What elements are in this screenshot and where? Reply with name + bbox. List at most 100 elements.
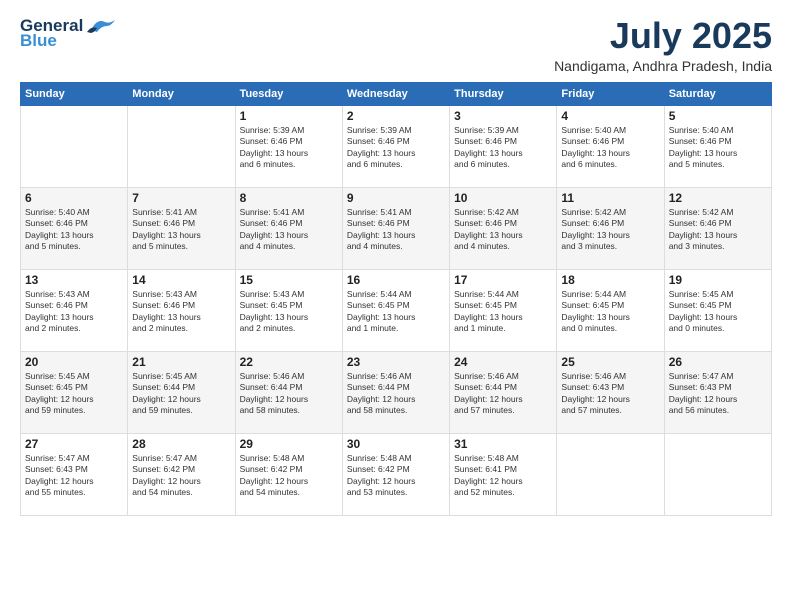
day-detail: Sunrise: 5:41 AM Sunset: 6:46 PM Dayligh… bbox=[240, 207, 338, 253]
calendar-cell: 23 Sunrise: 5:46 AM Sunset: 6:44 PM Dayli… bbox=[342, 351, 449, 433]
header: General Blue July 2025 Nandigama, Andhra… bbox=[20, 16, 772, 74]
calendar-cell: 9 Sunrise: 5:41 AM Sunset: 6:46 PM Daylig… bbox=[342, 187, 449, 269]
calendar-body: 1 Sunrise: 5:39 AM Sunset: 6:46 PM Daylig… bbox=[21, 105, 772, 515]
calendar-cell: 12Sunrise: 5:42 AM Sunset: 6:46 PM Dayli… bbox=[664, 187, 771, 269]
calendar-cell: 15 Sunrise: 5:43 AM Sunset: 6:45 PM Dayli… bbox=[235, 269, 342, 351]
day-detail: Sunrise: 5:40 AM Sunset: 6:46 PM Dayligh… bbox=[25, 207, 123, 253]
month-title: July 2025 bbox=[554, 16, 772, 56]
logo-blue: Blue bbox=[20, 32, 57, 49]
calendar-cell: 10 Sunrise: 5:42 AM Sunset: 6:46 PM Dayli… bbox=[450, 187, 557, 269]
day-number: 2 bbox=[347, 109, 445, 123]
day-detail: Sunrise: 5:48 AM Sunset: 6:41 PM Dayligh… bbox=[454, 453, 552, 499]
day-detail: Sunrise: 5:47 AM Sunset: 6:42 PM Dayligh… bbox=[132, 453, 230, 499]
calendar-cell: 8 Sunrise: 5:41 AM Sunset: 6:46 PM Daylig… bbox=[235, 187, 342, 269]
day-number: 8 bbox=[240, 191, 338, 205]
calendar-cell: 26 Sunrise: 5:47 AM Sunset: 6:43 PM Dayli… bbox=[664, 351, 771, 433]
day-detail: Sunrise: 5:46 AM Sunset: 6:43 PM Dayligh… bbox=[561, 371, 659, 417]
day-number: 21 bbox=[132, 355, 230, 369]
day-number: 15 bbox=[240, 273, 338, 287]
calendar-cell: 11Sunrise: 5:42 AM Sunset: 6:46 PM Dayli… bbox=[557, 187, 664, 269]
day-number: 28 bbox=[132, 437, 230, 451]
calendar-cell: 24 Sunrise: 5:46 AM Sunset: 6:44 PM Dayli… bbox=[450, 351, 557, 433]
logo-bird-icon bbox=[87, 16, 115, 34]
day-detail: Sunrise: 5:46 AM Sunset: 6:44 PM Dayligh… bbox=[454, 371, 552, 417]
calendar-cell: 28 Sunrise: 5:47 AM Sunset: 6:42 PM Dayli… bbox=[128, 433, 235, 515]
day-detail: Sunrise: 5:46 AM Sunset: 6:44 PM Dayligh… bbox=[347, 371, 445, 417]
day-number: 27 bbox=[25, 437, 123, 451]
day-detail: Sunrise: 5:47 AM Sunset: 6:43 PM Dayligh… bbox=[669, 371, 767, 417]
day-number: 29 bbox=[240, 437, 338, 451]
day-number: 25 bbox=[561, 355, 659, 369]
day-detail: Sunrise: 5:43 AM Sunset: 6:46 PM Dayligh… bbox=[25, 289, 123, 335]
day-detail: Sunrise: 5:45 AM Sunset: 6:45 PM Dayligh… bbox=[669, 289, 767, 335]
weekday-header-tuesday: Tuesday bbox=[235, 82, 342, 105]
day-number: 13 bbox=[25, 273, 123, 287]
day-detail: Sunrise: 5:48 AM Sunset: 6:42 PM Dayligh… bbox=[347, 453, 445, 499]
day-detail: Sunrise: 5:46 AM Sunset: 6:44 PM Dayligh… bbox=[240, 371, 338, 417]
weekday-header-wednesday: Wednesday bbox=[342, 82, 449, 105]
weekday-header-thursday: Thursday bbox=[450, 82, 557, 105]
day-number: 3 bbox=[454, 109, 552, 123]
day-number: 16 bbox=[347, 273, 445, 287]
day-number: 17 bbox=[454, 273, 552, 287]
day-number: 1 bbox=[240, 109, 338, 123]
day-detail: Sunrise: 5:40 AM Sunset: 6:46 PM Dayligh… bbox=[669, 125, 767, 171]
calendar-cell: 14 Sunrise: 5:43 AM Sunset: 6:46 PM Dayli… bbox=[128, 269, 235, 351]
day-detail: Sunrise: 5:42 AM Sunset: 6:46 PM Dayligh… bbox=[669, 207, 767, 253]
day-number: 24 bbox=[454, 355, 552, 369]
day-number: 31 bbox=[454, 437, 552, 451]
day-detail: Sunrise: 5:40 AM Sunset: 6:46 PM Dayligh… bbox=[561, 125, 659, 171]
calendar-week-5: 27Sunrise: 5:47 AM Sunset: 6:43 PM Dayli… bbox=[21, 433, 772, 515]
calendar-cell: 17Sunrise: 5:44 AM Sunset: 6:45 PM Dayli… bbox=[450, 269, 557, 351]
day-number: 26 bbox=[669, 355, 767, 369]
day-detail: Sunrise: 5:39 AM Sunset: 6:46 PM Dayligh… bbox=[347, 125, 445, 171]
calendar-cell: 30 Sunrise: 5:48 AM Sunset: 6:42 PM Dayli… bbox=[342, 433, 449, 515]
calendar-cell bbox=[21, 105, 128, 187]
calendar-cell: 20 Sunrise: 5:45 AM Sunset: 6:45 PM Dayli… bbox=[21, 351, 128, 433]
day-number: 5 bbox=[669, 109, 767, 123]
day-number: 14 bbox=[132, 273, 230, 287]
day-number: 23 bbox=[347, 355, 445, 369]
day-number: 9 bbox=[347, 191, 445, 205]
day-detail: Sunrise: 5:45 AM Sunset: 6:44 PM Dayligh… bbox=[132, 371, 230, 417]
calendar-cell: 25 Sunrise: 5:46 AM Sunset: 6:43 PM Dayli… bbox=[557, 351, 664, 433]
weekday-header-sunday: Sunday bbox=[21, 82, 128, 105]
day-number: 4 bbox=[561, 109, 659, 123]
day-detail: Sunrise: 5:44 AM Sunset: 6:45 PM Dayligh… bbox=[561, 289, 659, 335]
calendar-cell: 6Sunrise: 5:40 AM Sunset: 6:46 PM Daylig… bbox=[21, 187, 128, 269]
calendar-cell: 3Sunrise: 5:39 AM Sunset: 6:46 PM Daylig… bbox=[450, 105, 557, 187]
day-detail: Sunrise: 5:41 AM Sunset: 6:46 PM Dayligh… bbox=[347, 207, 445, 253]
calendar-cell bbox=[128, 105, 235, 187]
calendar-cell: 1Sunrise: 5:39 AM Sunset: 6:46 PM Daylig… bbox=[235, 105, 342, 187]
calendar-cell: 22Sunrise: 5:46 AM Sunset: 6:44 PM Dayli… bbox=[235, 351, 342, 433]
day-detail: Sunrise: 5:42 AM Sunset: 6:46 PM Dayligh… bbox=[454, 207, 552, 253]
day-number: 10 bbox=[454, 191, 552, 205]
day-number: 7 bbox=[132, 191, 230, 205]
calendar-cell: 4 Sunrise: 5:40 AM Sunset: 6:46 PM Daylig… bbox=[557, 105, 664, 187]
logo: General Blue bbox=[20, 16, 115, 49]
day-number: 19 bbox=[669, 273, 767, 287]
day-detail: Sunrise: 5:45 AM Sunset: 6:45 PM Dayligh… bbox=[25, 371, 123, 417]
day-detail: Sunrise: 5:41 AM Sunset: 6:46 PM Dayligh… bbox=[132, 207, 230, 253]
calendar-header-row: SundayMondayTuesdayWednesdayThursdayFrid… bbox=[21, 82, 772, 105]
day-number: 20 bbox=[25, 355, 123, 369]
day-detail: Sunrise: 5:44 AM Sunset: 6:45 PM Dayligh… bbox=[347, 289, 445, 335]
calendar-cell: 31 Sunrise: 5:48 AM Sunset: 6:41 PM Dayli… bbox=[450, 433, 557, 515]
calendar-cell: 27Sunrise: 5:47 AM Sunset: 6:43 PM Dayli… bbox=[21, 433, 128, 515]
day-number: 11 bbox=[561, 191, 659, 205]
calendar-week-1: 1 Sunrise: 5:39 AM Sunset: 6:46 PM Daylig… bbox=[21, 105, 772, 187]
day-number: 30 bbox=[347, 437, 445, 451]
day-detail: Sunrise: 5:43 AM Sunset: 6:45 PM Dayligh… bbox=[240, 289, 338, 335]
calendar-cell: 7 Sunrise: 5:41 AM Sunset: 6:46 PM Daylig… bbox=[128, 187, 235, 269]
day-detail: Sunrise: 5:43 AM Sunset: 6:46 PM Dayligh… bbox=[132, 289, 230, 335]
calendar-cell: 18Sunrise: 5:44 AM Sunset: 6:45 PM Dayli… bbox=[557, 269, 664, 351]
page: General Blue July 2025 Nandigama, Andhra… bbox=[0, 0, 792, 612]
calendar-cell: 5 Sunrise: 5:40 AM Sunset: 6:46 PM Daylig… bbox=[664, 105, 771, 187]
calendar-cell: 29Sunrise: 5:48 AM Sunset: 6:42 PM Dayli… bbox=[235, 433, 342, 515]
weekday-header-saturday: Saturday bbox=[664, 82, 771, 105]
calendar-week-4: 20 Sunrise: 5:45 AM Sunset: 6:45 PM Dayli… bbox=[21, 351, 772, 433]
calendar-cell: 19 Sunrise: 5:45 AM Sunset: 6:45 PM Dayli… bbox=[664, 269, 771, 351]
calendar-cell bbox=[664, 433, 771, 515]
calendar-table: SundayMondayTuesdayWednesdayThursdayFrid… bbox=[20, 82, 772, 516]
calendar-cell: 16 Sunrise: 5:44 AM Sunset: 6:45 PM Dayli… bbox=[342, 269, 449, 351]
